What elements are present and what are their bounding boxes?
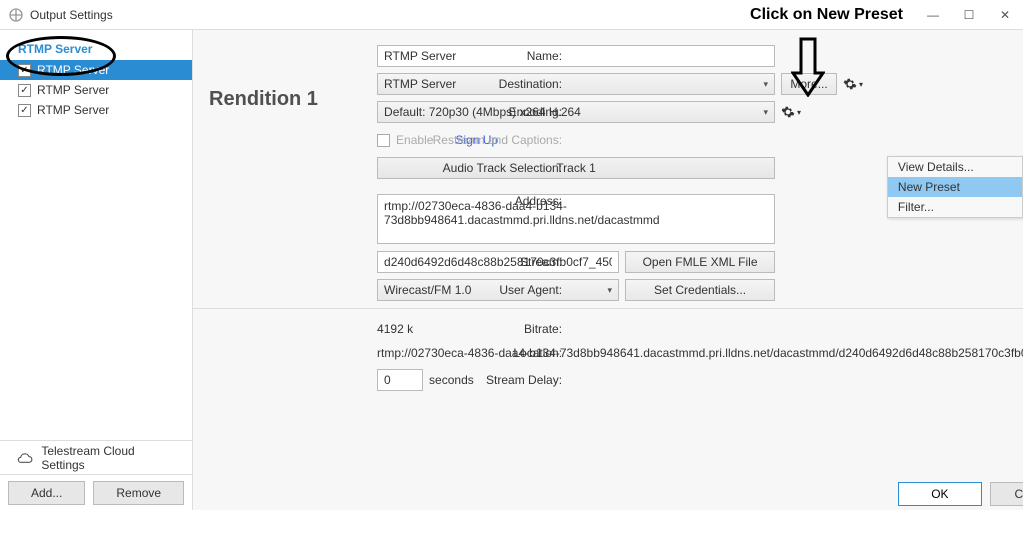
encoding-gear-button[interactable]: ▾ [781, 105, 801, 119]
sidebar-item-label: RTMP Server [37, 103, 109, 117]
sidebar: RTMP Server ✓ RTMP Server ✓ RTMP Server … [0, 30, 193, 510]
bitrate-label: Bitrate: [377, 322, 572, 336]
sidebar-item-rtmp-2[interactable]: ✓ RTMP Server [0, 100, 192, 120]
dialog-footer: OK Cancel [898, 482, 1023, 506]
chevron-down-icon: ▾ [764, 107, 769, 118]
menu-item-filter[interactable]: Filter... [888, 197, 1022, 217]
open-fmle-button[interactable]: Open FMLE XML File [625, 251, 775, 273]
remove-button[interactable]: Remove [93, 481, 184, 505]
audio-track-label: Audio Track Selection: [377, 161, 572, 175]
app-icon [8, 7, 24, 23]
gear-dropdown-menu: View Details... New Preset Filter... [887, 156, 1023, 218]
destination-gear-button[interactable]: ▾ [843, 77, 863, 91]
title-bar: Output Settings Click on New Preset — ☐ … [0, 0, 1023, 30]
cloud-settings-button[interactable]: Telestream Cloud Settings [0, 440, 192, 474]
cancel-button[interactable]: Cancel [990, 482, 1023, 506]
stream-delay-label: Stream Delay: [377, 373, 572, 387]
window-title: Output Settings [30, 8, 113, 22]
separator [193, 308, 1023, 309]
add-button[interactable]: Add... [8, 481, 85, 505]
set-credentials-button[interactable]: Set Credentials... [625, 279, 775, 301]
destination-label: Destination: [377, 77, 572, 91]
sidebar-buttons: Add... Remove [0, 474, 192, 510]
sidebar-item-rtmp-0[interactable]: ✓ RTMP Server [0, 60, 192, 80]
cloud-settings-label: Telestream Cloud Settings [41, 444, 176, 472]
close-button[interactable]: ✕ [987, 0, 1023, 30]
location-label: Location: [377, 346, 572, 360]
restream-label: Restream and Captions: [377, 133, 572, 147]
user-agent-label: User Agent: [377, 283, 572, 297]
gear-icon [843, 77, 857, 91]
window-controls: — ☐ ✕ [915, 0, 1023, 30]
minimize-button[interactable]: — [915, 0, 951, 30]
ok-button[interactable]: OK [898, 482, 981, 506]
instruction-text: Click on New Preset [750, 6, 903, 24]
chevron-down-icon: ▾ [764, 79, 769, 90]
checkbox-icon[interactable]: ✓ [18, 104, 31, 117]
mini-caret-icon: ▾ [859, 80, 863, 89]
name-label: Name: [377, 49, 572, 63]
encoding-label: Encoding: [377, 105, 572, 119]
cloud-icon [16, 451, 33, 465]
address-label: Address: [377, 194, 572, 208]
checkbox-icon[interactable]: ✓ [18, 64, 31, 77]
sidebar-group-label: RTMP Server [0, 42, 192, 60]
more-button[interactable]: More... [781, 73, 837, 95]
content-panel: Rendition 1 Name: Destination: RTMP Serv… [193, 30, 1023, 510]
menu-item-view-details[interactable]: View Details... [888, 157, 1022, 177]
rendition-title: Rendition 1 [209, 88, 318, 111]
main-area: RTMP Server ✓ RTMP Server ✓ RTMP Server … [0, 30, 1023, 510]
checkbox-icon[interactable]: ✓ [18, 84, 31, 97]
chevron-down-icon: ▾ [608, 285, 613, 296]
sidebar-list: RTMP Server ✓ RTMP Server ✓ RTMP Server … [0, 30, 192, 440]
sidebar-item-rtmp-1[interactable]: ✓ RTMP Server [0, 80, 192, 100]
sidebar-item-label: RTMP Server [37, 83, 109, 97]
mini-caret-icon: ▾ [797, 108, 801, 117]
menu-item-new-preset[interactable]: New Preset [888, 177, 1022, 197]
maximize-button[interactable]: ☐ [951, 0, 987, 30]
gear-icon [781, 105, 795, 119]
stream-label: Stream: [377, 255, 572, 269]
sidebar-item-label: RTMP Server [37, 63, 109, 77]
